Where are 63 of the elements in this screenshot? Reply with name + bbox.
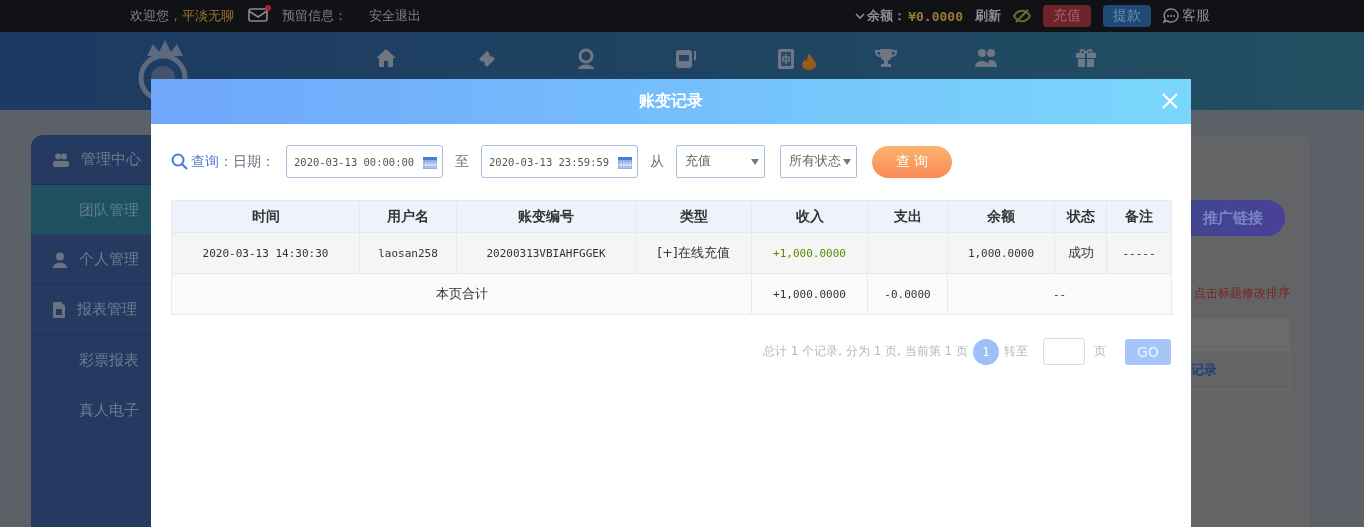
mahjong-tile-icon[interactable] xyxy=(777,48,795,70)
chevron-down-icon[interactable] xyxy=(855,12,866,20)
logout-link[interactable]: 安全退出 xyxy=(369,7,421,25)
column-header[interactable]: 类型 xyxy=(635,200,752,233)
balance-value: ¥0.0000 xyxy=(908,8,963,24)
column-header[interactable]: 时间 xyxy=(171,200,360,233)
dropdown-arrow-icon xyxy=(751,158,759,165)
person-icon xyxy=(52,251,68,268)
column-header[interactable]: 支出 xyxy=(867,200,948,233)
mail-icon[interactable] xyxy=(248,7,268,25)
slot-machine-icon[interactable] xyxy=(674,48,698,70)
date-field[interactable]: 2020-03-13 23:59:59 xyxy=(481,145,638,178)
column-header[interactable]: 备注 xyxy=(1106,200,1172,233)
select-field[interactable]: 所有状态 xyxy=(780,145,857,178)
search-icon xyxy=(171,153,188,170)
withdraw-button[interactable]: 提款 xyxy=(1103,5,1151,27)
select-field[interactable]: 充值 xyxy=(676,145,765,178)
table-cell: [+]在线充值 xyxy=(635,232,752,274)
refresh-link[interactable]: 刷新 xyxy=(975,7,1001,25)
date-label: 日期： xyxy=(233,152,275,171)
person-icon[interactable] xyxy=(576,48,596,70)
deposit-button[interactable]: 充值 xyxy=(1043,5,1091,27)
table-cell: -- xyxy=(947,273,1172,315)
greeting-text: 欢迎您， xyxy=(130,7,182,25)
pagination-summary: 总计 1 个记录, 分为 1 页, 当前第 1 页 xyxy=(762,343,968,360)
table-cell: 成功 xyxy=(1054,232,1107,274)
table-cell: 2020-03-13 14:30:30 xyxy=(171,232,360,274)
table-cell: -0.0000 xyxy=(867,273,948,315)
document-icon xyxy=(52,300,66,319)
sort-hint-text: 点击标题修改排序 xyxy=(1194,285,1290,302)
dropdown-arrow-icon xyxy=(843,158,851,165)
table-cell: 20200313VBIAHFGGEK xyxy=(456,232,636,274)
page-unit-label: 页 xyxy=(1094,343,1106,360)
people-icon[interactable] xyxy=(974,48,998,68)
dialog-title: 账变记录 xyxy=(639,91,703,112)
table-cell: 1,000.0000 xyxy=(947,232,1055,274)
support-link[interactable]: 客服 xyxy=(1163,7,1210,25)
from-label: 从 xyxy=(650,152,664,171)
column-header[interactable]: 收入 xyxy=(751,200,868,233)
column-header[interactable]: 状态 xyxy=(1054,200,1107,233)
column-header[interactable]: 余额 xyxy=(947,200,1055,233)
close-icon[interactable] xyxy=(1161,92,1179,110)
table-cell: 本页合计 xyxy=(171,273,752,315)
table-cell: ----- xyxy=(1106,232,1172,274)
reserved-info-link[interactable]: 预留信息： xyxy=(282,7,347,25)
table-cell: laosan258 xyxy=(359,232,457,274)
table-cell: +1,000.0000 xyxy=(751,232,868,274)
gift-icon[interactable] xyxy=(1075,48,1097,68)
date-field[interactable]: 2020-03-13 00:00:00 xyxy=(286,145,443,178)
people-icon xyxy=(52,152,70,167)
page-input[interactable] xyxy=(1043,338,1085,365)
column-header[interactable]: 用户名 xyxy=(359,200,457,233)
chat-icon xyxy=(1163,8,1179,24)
username-link[interactable]: 平淡无聊 xyxy=(182,7,234,25)
to-label: 至 xyxy=(455,152,469,171)
query-label: 查询： xyxy=(191,152,233,171)
table-cell: +1,000.0000 xyxy=(751,273,868,315)
goto-label: 转至 xyxy=(1004,343,1028,360)
balance-label: 余额： xyxy=(867,7,907,25)
home-icon[interactable] xyxy=(375,48,397,68)
trophy-icon[interactable] xyxy=(875,48,897,68)
column-header[interactable]: 账变编号 xyxy=(456,200,636,233)
hidden-eye-icon[interactable] xyxy=(1013,9,1031,23)
